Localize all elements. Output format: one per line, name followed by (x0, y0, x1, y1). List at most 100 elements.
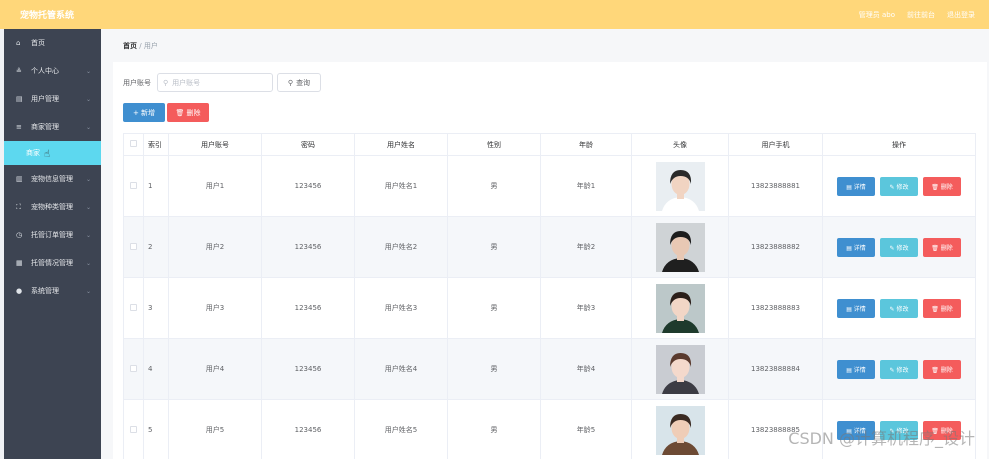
detail-button[interactable]: ▤ 详情 (837, 359, 875, 379)
delete-button[interactable]: 🗑 删除 (923, 359, 961, 379)
select-all-checkbox[interactable] (123, 133, 144, 156)
cell-avatar (631, 277, 729, 339)
col-age: 年龄 (540, 133, 632, 156)
cell-account: 用户2 (168, 216, 262, 278)
detail-button[interactable]: ▤ 详情 (837, 298, 875, 318)
col-password: 密码 (261, 133, 355, 156)
sidebar-item[interactable]: ◷ 托管订单管理 ⌄ (4, 221, 101, 249)
breadcrumb-current: 用户 (143, 42, 158, 50)
row-checkbox[interactable] (123, 277, 144, 339)
chevron-down-icon: ⌄ (85, 175, 91, 183)
watermark: CSDN @计算机程序_设计 (788, 429, 975, 448)
home-icon: ⌂ (16, 39, 21, 47)
sidebar-item-label: 首页 (31, 39, 45, 47)
sidebar-item-label: 个人中心 (31, 67, 59, 75)
edit-button[interactable]: ✎ 修改 (880, 176, 918, 196)
chevron-down-icon: ⌄ (85, 203, 91, 211)
query-button[interactable]: ⚲ 查询 (277, 73, 321, 92)
detail-button[interactable]: ▤ 详情 (837, 176, 875, 196)
sidebar-item[interactable]: ≡ 商家管理 ⌄ (4, 113, 101, 141)
search-input[interactable]: ⚲ 用户账号 (157, 73, 273, 92)
sidebar-item-label: 托管订单管理 (31, 231, 73, 239)
sidebar-item-label: 用户管理 (31, 95, 59, 103)
sidebar-item[interactable]: ⛶ 宠物种类管理 ⌄ (4, 193, 101, 221)
hand-cursor-icon: ☝ (44, 149, 51, 160)
cell-password: 123456 (261, 338, 355, 400)
col-phone: 用户手机 (728, 133, 823, 156)
scan-icon: ⛶ (16, 202, 21, 211)
cell-password: 123456 (261, 277, 355, 339)
cell-age: 年龄2 (540, 216, 632, 278)
cell-actions: ▤ 详情 ✎ 修改 🗑 删除 (822, 277, 976, 339)
avatar (655, 283, 705, 333)
content-card: 用户账号 ⚲ 用户账号 ⚲ 查询 + 新增 🗑 删除 索引 用户账号 密码 用户… (113, 62, 987, 459)
cell-account: 用户1 (168, 155, 262, 217)
sidebar-item-label: 宠物种类管理 (31, 203, 73, 211)
cell-phone: 13823888884 (728, 338, 823, 400)
user-icon: ≗ (16, 67, 22, 75)
cell-avatar (631, 338, 729, 400)
edit-button[interactable]: ✎ 修改 (880, 359, 918, 379)
batch-delete-button[interactable]: 🗑 删除 (167, 103, 209, 122)
menu-icon: ≡ (16, 123, 22, 131)
col-name: 用户姓名 (354, 133, 448, 156)
sidebar-item[interactable]: ▥ 宠物信息管理 ⌄ (4, 165, 101, 193)
cell-password: 123456 (261, 155, 355, 217)
cell-phone: 13823888882 (728, 216, 823, 278)
chevron-down-icon: ⌄ (85, 259, 91, 267)
edit-button[interactable]: ✎ 修改 (880, 298, 918, 318)
col-account: 用户账号 (168, 133, 262, 156)
delete-button[interactable]: 🗑 删除 (923, 176, 961, 196)
chevron-down-icon: ⌄ (85, 95, 91, 103)
list-icon: ▤ (16, 95, 23, 103)
add-button[interactable]: + 新增 (123, 103, 165, 122)
row-checkbox[interactable] (123, 338, 144, 400)
edit-button[interactable]: ✎ 修改 (880, 237, 918, 257)
top-links: 管理员 abo 前往前台 退出登录 (859, 10, 975, 20)
cell-password: 123456 (261, 399, 355, 459)
sidebar-item[interactable]: ● 系统管理 ⌄ (4, 277, 101, 305)
chart-icon: ▥ (16, 175, 23, 183)
sidebar-item-label: 托管情况管理 (31, 259, 73, 267)
table-row: 4 用户4 123456 用户姓名4 男年龄4 13823888884 ▤ 详情 ✎ 修改 🗑 … (123, 338, 976, 400)
admin-user-link[interactable]: 管理员 abo (859, 10, 895, 20)
cell-avatar (631, 216, 729, 278)
row-checkbox[interactable] (123, 155, 144, 217)
cell-account: 用户3 (168, 277, 262, 339)
table-row: 3 用户3 123456 用户姓名3 男年龄3 13823888883 ▤ 详情 ✎ 修改 🗑 … (123, 277, 976, 339)
delete-button[interactable]: 🗑 删除 (923, 237, 961, 257)
sidebar-item[interactable]: ▦ 托管情况管理 ⌄ (4, 249, 101, 277)
cell-avatar (631, 399, 729, 459)
sidebar-item[interactable]: ▤ 用户管理 ⌄ (4, 85, 101, 113)
sidebar-item[interactable]: ⌂ 首页 (4, 29, 101, 57)
cell-actions: ▤ 详情 ✎ 修改 🗑 删除 (822, 216, 976, 278)
pin-icon: ● (16, 287, 23, 295)
row-checkbox[interactable] (123, 216, 144, 278)
delete-button[interactable]: 🗑 删除 (923, 298, 961, 318)
cell-account: 用户4 (168, 338, 262, 400)
search-placeholder: 用户账号 (172, 78, 201, 87)
detail-button[interactable]: ▤ 详情 (837, 237, 875, 257)
cell-name: 用户姓名3 (354, 277, 448, 339)
chevron-down-icon: ⌄ (85, 123, 91, 131)
cell-gender: 男 (447, 338, 541, 400)
cell-age: 年龄1 (540, 155, 632, 217)
action-row: + 新增 🗑 删除 (123, 103, 209, 122)
breadcrumb-separator: / (139, 42, 142, 50)
cell-index: 2 (143, 216, 169, 278)
doc-icon: ▦ (16, 259, 23, 267)
logout-link[interactable]: 退出登录 (947, 10, 975, 20)
table-row: 2 用户2 123456 用户姓名2 男年龄2 13823888882 ▤ 详情 ✎ 修改 🗑 … (123, 216, 976, 278)
chevron-down-icon: ⌄ (85, 67, 91, 75)
sidebar-subitem-merchant[interactable]: 商家 (4, 141, 101, 165)
goto-frontend-link[interactable]: 前往前台 (907, 10, 935, 20)
search-icon: ⚲ (287, 78, 294, 87)
sidebar-item[interactable]: ≗ 个人中心 ⌄ (4, 57, 101, 85)
avatar (655, 405, 705, 455)
cell-gender: 男 (447, 155, 541, 217)
cell-name: 用户姓名1 (354, 155, 448, 217)
chevron-down-icon: ⌄ (85, 231, 91, 239)
breadcrumb-home[interactable]: 首页 (123, 42, 137, 50)
row-checkbox[interactable] (123, 399, 144, 459)
cell-account: 用户5 (168, 399, 262, 459)
